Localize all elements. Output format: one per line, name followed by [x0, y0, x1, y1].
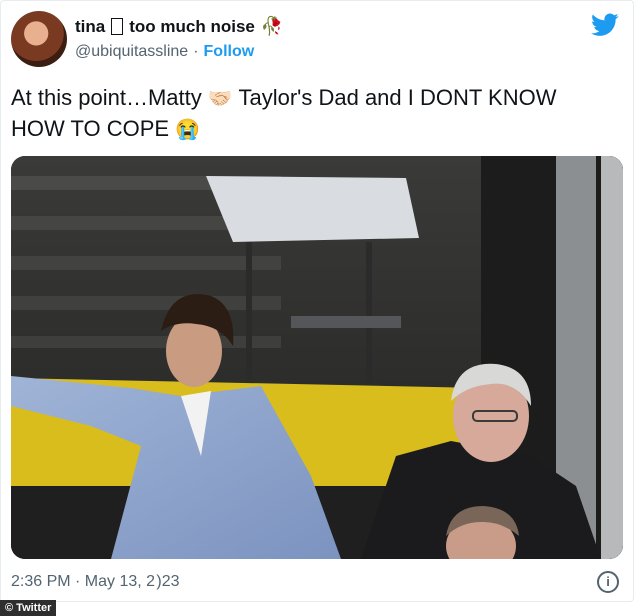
separator-dot: · [193, 43, 199, 60]
photo-illustration [11, 156, 623, 559]
display-name[interactable]: tina too much noise 🥀 [75, 16, 283, 37]
tweet-card: tina too much noise 🥀 @ubiquitassline · … [0, 0, 634, 602]
display-name-tail: too much noise [129, 16, 255, 36]
tweet-timestamp[interactable]: 2:36 PM · May 13, 2 )23 [11, 573, 180, 591]
user-handle[interactable]: @ubiquitassline [75, 43, 188, 61]
crying-emoji: 😭 [175, 119, 201, 141]
handshake-emoji: 🤝🏻 [207, 88, 233, 110]
info-icon[interactable]: i [597, 571, 619, 593]
handle-row: @ubiquitassline · Follow [75, 43, 254, 61]
tweet-text-part1: At this point…Matty [11, 85, 208, 110]
display-name-text: tina [75, 16, 106, 36]
missing-glyph-box [111, 18, 124, 35]
twitter-bird-icon[interactable] [591, 13, 619, 37]
image-credit: © Twitter [0, 600, 57, 616]
avatar[interactable] [11, 11, 67, 67]
tweet-photo[interactable] [11, 156, 623, 559]
follow-button[interactable]: Follow [204, 43, 255, 61]
rose-emoji: 🥀 [260, 16, 284, 36]
tweet-text: At this point…Matty 🤝🏻 Taylor's Dad and … [11, 83, 611, 145]
